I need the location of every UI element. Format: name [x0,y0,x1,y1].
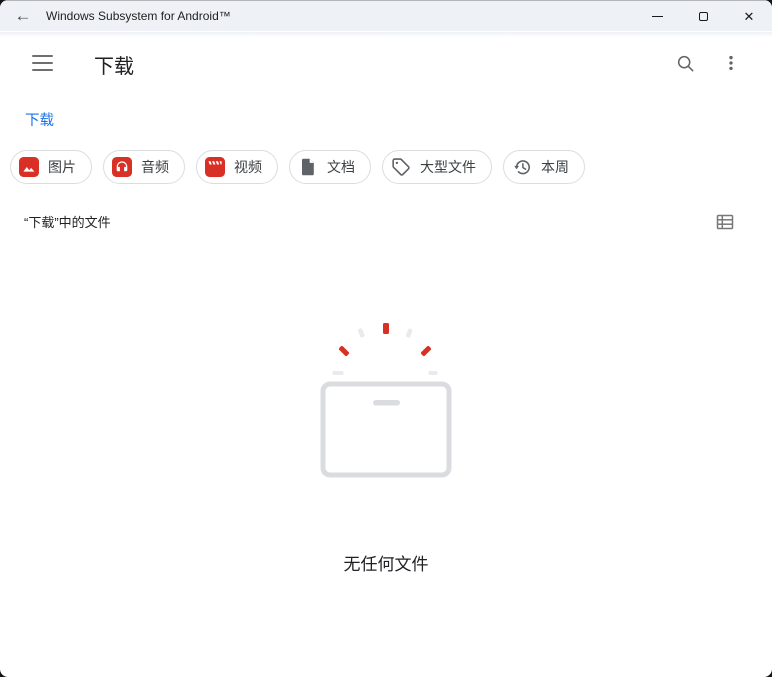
page-title: 下载 [94,56,134,78]
chip-label: 本周 [541,159,569,175]
maximize-button[interactable] [680,1,726,32]
chip-label: 文档 [327,159,355,175]
more-vert-icon [729,55,733,71]
minimize-icon [651,16,663,17]
document-icon [302,158,314,176]
filter-chip-videos[interactable]: 视频 [196,150,278,184]
window-controls: ✕ [634,1,772,32]
grid-view-icon [716,214,734,230]
close-button[interactable]: ✕ [726,1,772,32]
grid-view-toggle-button[interactable] [712,209,738,235]
empty-drawer-illustration [310,315,462,485]
audio-icon [112,157,132,177]
filter-chip-this-week[interactable]: 本周 [503,150,585,184]
maximize-icon [698,12,708,21]
breadcrumb: 下载 [25,109,54,130]
search-button[interactable] [672,50,698,76]
image-icon [19,157,39,177]
titlebar: ← Windows Subsystem for Android™ ✕ [0,0,772,37]
filter-chip-large-files[interactable]: 大型文件 [382,150,492,184]
menu-button[interactable] [31,54,55,72]
filter-chip-audio[interactable]: 音频 [103,150,185,184]
filter-chip-documents[interactable]: 文档 [289,150,371,184]
chip-label: 音频 [141,159,169,175]
back-button[interactable]: ← [8,1,38,32]
history-icon [514,160,530,175]
chip-label: 视频 [234,159,262,175]
empty-state-message: 无任何文件 [343,555,429,574]
tag-icon [392,158,410,176]
filter-chip-images[interactable]: 图片 [10,150,92,184]
chip-label: 大型文件 [420,159,476,175]
filter-chips: 图片 音频 视频 文档 大型文件 本周 [10,150,585,184]
search-icon [677,55,693,71]
window-title: Windows Subsystem for Android™ [46,9,231,23]
minimize-button[interactable] [634,1,680,32]
video-icon [205,157,225,177]
section-label: “下载”中的文件 [24,215,111,230]
back-icon: ← [14,6,32,25]
more-options-button[interactable] [719,50,743,76]
chip-label: 图片 [48,159,76,175]
breadcrumb-item-downloads[interactable]: 下载 [25,113,54,129]
wsa-window: ← Windows Subsystem for Android™ ✕ 下载 下载… [0,0,772,677]
close-icon: ✕ [743,9,755,24]
hamburger-icon [32,55,53,58]
